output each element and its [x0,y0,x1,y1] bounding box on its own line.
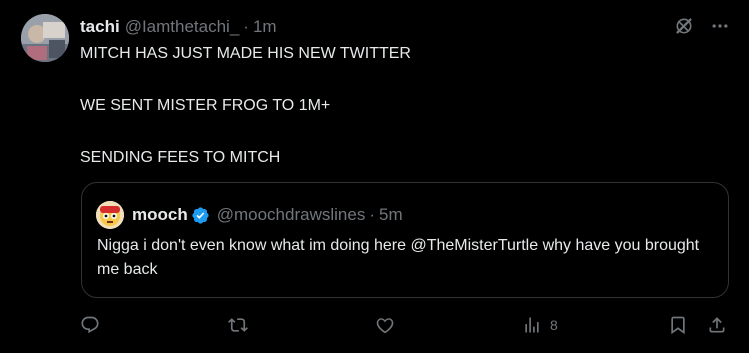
like-icon [376,318,394,334]
reply-icon [81,316,99,334]
quote-tweet[interactable]: mooch @moochdrawslines · 5m Nigga i don'… [81,182,729,298]
tweet-line: MITCH HAS JUST MADE HIS NEW TWITTER [80,45,411,62]
display-name[interactable]: tachi [80,17,120,37]
quote-display-name[interactable]: mooch [132,205,188,225]
views-count: 8 [550,317,558,333]
timestamp[interactable]: 1m [253,17,277,37]
quote-handle[interactable]: @moochdrawslines [217,205,366,225]
reply-button[interactable] [80,315,100,335]
tweet-header: tachi @Iamthetachi_ · 1m [80,17,277,37]
quote-avatar[interactable] [96,201,124,229]
tweet-line: SENDING FEES TO MITCH [80,149,281,166]
top-icons [673,15,731,37]
views-button[interactable]: 8 [522,315,558,335]
retweet-icon [228,318,248,332]
handle[interactable]: @Iamthetachi_ [125,17,240,37]
separator-dot: · [243,17,249,36]
bookmark-button[interactable] [668,315,688,335]
separator-dot: · [369,205,375,224]
action-bar: 8 [80,315,730,339]
share-button[interactable] [707,315,727,335]
quote-header: mooch @moochdrawslines · 5m [96,201,403,229]
tweet-text: MITCH HAS JUST MADE HIS NEW TWITTER WE S… [80,44,720,168]
share-icon [709,317,725,333]
grok-icon[interactable] [673,15,695,37]
retweet-button[interactable] [228,315,248,335]
views-icon [525,317,539,333]
tweet: tachi @Iamthetachi_ · 1m MITCH HAS JUST … [0,0,749,353]
avatar[interactable] [21,14,69,62]
quote-timestamp[interactable]: 5m [379,205,403,225]
bookmark-icon [671,316,685,335]
verified-badge-icon [191,206,210,225]
tweet-line: WE SENT MISTER FROG TO 1M+ [80,97,331,114]
more-icon[interactable] [709,15,731,37]
quote-text: Nigga i don't even know what im doing he… [97,237,700,278]
like-button[interactable] [375,315,395,335]
